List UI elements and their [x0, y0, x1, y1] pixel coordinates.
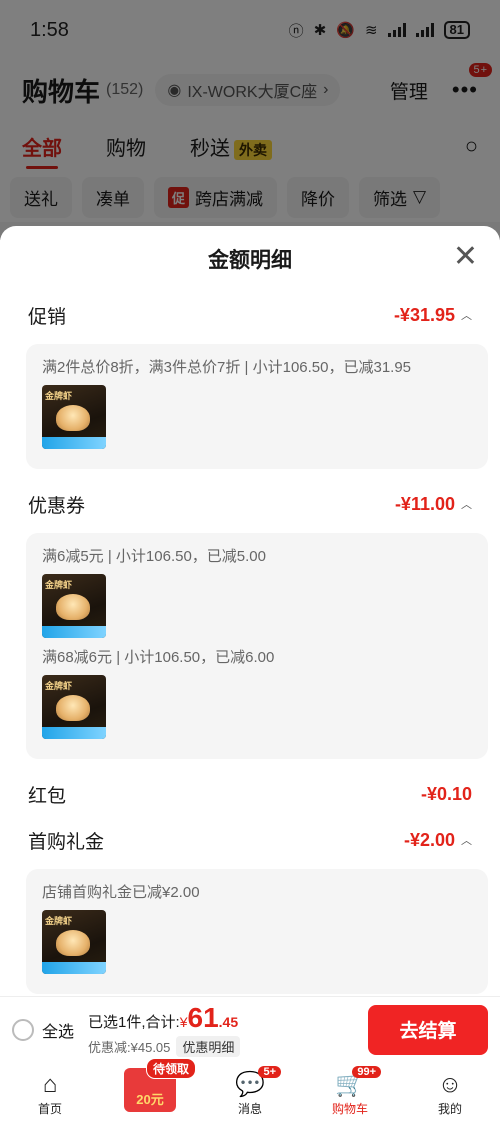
coupon-detail-2: 满68减6元 | 小计106.50，已减6.00: [42, 649, 275, 666]
nav-coupon[interactable]: 待领取 20元: [115, 1058, 197, 1112]
checkout-bar: 全选 已选1件,合计: ¥ 61 .45 优惠减:¥45.05 优惠明细 去结算: [0, 996, 500, 1062]
thumb-badge-bar: [42, 962, 106, 974]
amount-detail-sheet: 金额明细 ✕ 促销 -¥31.95 ︿ 满2件总价8折，满3件总价7折 | 小计1…: [0, 226, 500, 996]
coupon-detail-1: 满6减5元 | 小计106.50，已减5.00: [42, 548, 266, 565]
user-icon: ☺: [437, 1071, 463, 1098]
firstbuy-row[interactable]: 首购礼金 -¥2.00 ︿: [0, 817, 500, 863]
total-decimal: .45: [218, 1014, 239, 1030]
coupon-row[interactable]: 优惠券 -¥11.00 ︿: [0, 481, 500, 527]
thumb-brand-text: 金牌虾: [45, 391, 73, 401]
close-icon[interactable]: ✕: [453, 242, 478, 272]
product-thumbnail[interactable]: 金牌虾: [42, 675, 106, 739]
product-thumbnail[interactable]: 金牌虾: [42, 574, 106, 638]
chevron-up-icon: ︿: [461, 835, 472, 847]
thumb-badge-bar: [42, 437, 106, 449]
promotion-detail: 满2件总价8折，满3件总价7折 | 小计106.50，已减31.95: [42, 359, 412, 376]
promotion-detail-box: 满2件总价8折，满3件总价7折 | 小计106.50，已减31.95 金牌虾: [26, 344, 488, 469]
product-thumbnail[interactable]: 金牌虾: [42, 910, 106, 974]
chevron-up-icon: ︿: [461, 310, 472, 322]
thumb-badge-bar: [42, 727, 106, 739]
promotion-amount: -¥31.95: [393, 304, 455, 325]
dumpling-image: [56, 594, 90, 620]
thumb-badge-bar: [42, 626, 106, 638]
sheet-header: 金额明细 ✕: [0, 226, 500, 292]
thumb-brand-text: 金牌虾: [45, 681, 73, 691]
nav-home-label: 首页: [37, 1102, 62, 1116]
thumb-brand-text: 金牌虾: [45, 916, 73, 926]
firstbuy-detail: 店铺首购礼金已减¥2.00: [42, 884, 200, 901]
coupon-icon: 待领取 20元: [124, 1058, 197, 1112]
nav-cart[interactable]: 🛒 99+ 购物车: [315, 1066, 385, 1117]
redpacket-amount: -¥0.10: [420, 783, 472, 804]
coupon-tag: 待领取: [146, 1058, 197, 1079]
coupon-detail-box: 满6减5元 | 小计106.50，已减5.00 金牌虾 满68减6元 | 小计1…: [26, 533, 488, 759]
discount-text: 优惠减:¥45.05: [88, 1040, 171, 1055]
coupon-label: 优惠券: [28, 495, 86, 517]
product-thumbnail[interactable]: 金牌虾: [42, 385, 106, 449]
nav-cart-label: 购物车: [331, 1102, 368, 1116]
sheet-title: 金额明细: [208, 249, 292, 272]
chevron-up-icon: ︿: [461, 499, 472, 511]
dumpling-image: [56, 695, 90, 721]
nav-messages-label: 消息: [237, 1102, 262, 1116]
dumpling-image: [56, 930, 90, 956]
nav-messages[interactable]: 💬 5+ 消息: [215, 1066, 285, 1117]
select-all-label[interactable]: 全选: [42, 1018, 74, 1042]
bottom-nav: ⌂ 首页 待领取 20元 💬 5+ 消息 🛒 99+ 购物车 ☺ 我的: [0, 1058, 500, 1129]
nav-mine-label: 我的: [437, 1102, 462, 1116]
dim-overlay[interactable]: [0, 0, 500, 240]
selected-text: 已选1件,合计:: [88, 1014, 180, 1031]
coupon-amount: -¥11.00: [394, 493, 455, 514]
promotion-row[interactable]: 促销 -¥31.95 ︿: [0, 292, 500, 338]
redpacket-label: 红包: [28, 785, 67, 807]
currency-symbol: ¥: [179, 1014, 188, 1030]
messages-badge: 5+: [258, 1066, 281, 1078]
firstbuy-amount: -¥2.00: [403, 829, 455, 850]
firstbuy-detail-box: 店铺首购礼金已减¥2.00 金牌虾: [26, 869, 488, 994]
promotion-label: 促销: [28, 306, 67, 328]
cart-badge: 99+: [352, 1066, 381, 1078]
total-summary: 已选1件,合计: ¥ 61 .45 优惠减:¥45.05 优惠明细: [88, 1002, 241, 1057]
coupon-text: 20元: [136, 1092, 164, 1107]
firstbuy-label: 首购礼金: [28, 831, 105, 853]
nav-home[interactable]: ⌂ 首页: [15, 1070, 85, 1117]
nav-mine[interactable]: ☺ 我的: [415, 1070, 485, 1117]
dumpling-image: [56, 405, 90, 431]
discount-detail-button[interactable]: 优惠明细: [176, 1036, 241, 1057]
home-icon: ⌂: [42, 1071, 58, 1098]
thumb-brand-text: 金牌虾: [45, 580, 73, 590]
checkout-button[interactable]: 去结算: [368, 1004, 488, 1055]
total-int: 61: [187, 1002, 219, 1033]
redpacket-row: 红包 -¥0.10: [0, 771, 500, 817]
select-all-checkbox[interactable]: [12, 1018, 34, 1041]
